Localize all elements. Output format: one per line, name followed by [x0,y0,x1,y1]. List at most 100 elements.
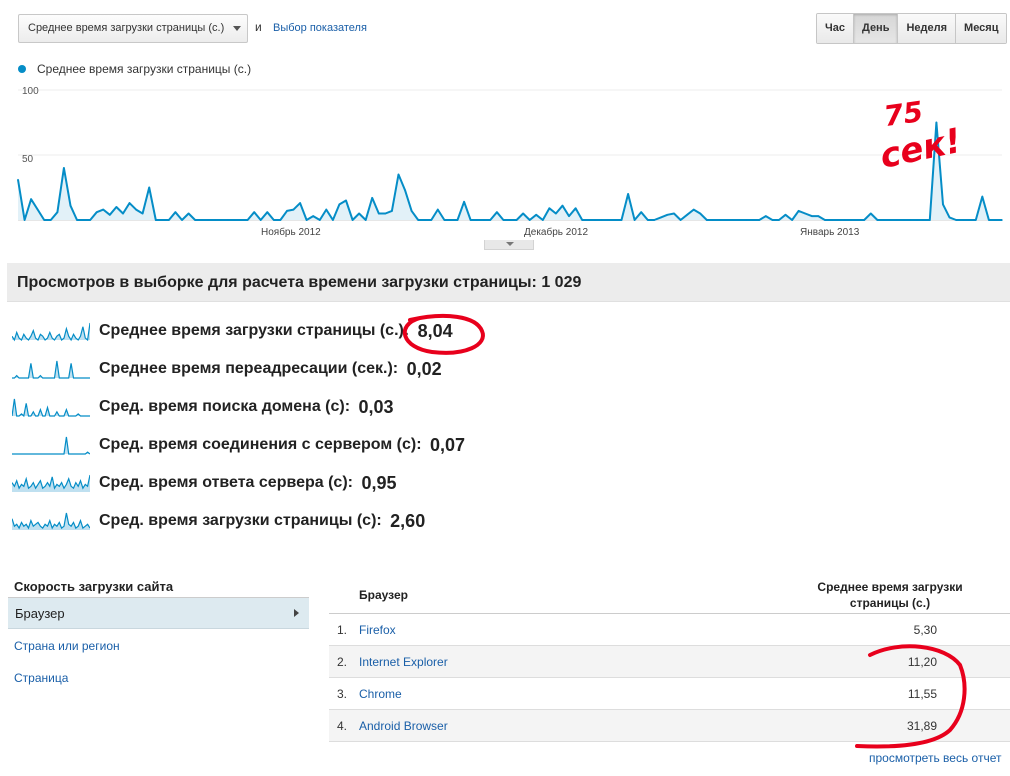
data-point [30,198,32,200]
metric-select-label: Среднее время загрузки страницы (с.) [28,22,225,34]
chevron-right-icon [294,609,299,617]
data-point [561,204,564,207]
period-month-button[interactable]: Месяц [956,14,1007,43]
sparkline[interactable] [12,320,90,342]
metric-label: Среднее время переадресации (сек.): [99,360,403,377]
data-point [148,186,150,189]
view-full-report-link[interactable]: просмотреть весь отчет [869,751,1001,765]
data-point [43,219,46,221]
data-point [437,208,439,211]
views-sample-header: Просмотров в выборке для расчета времени… [7,263,1010,302]
data-point [279,219,282,221]
data-point [955,219,957,221]
browser-link[interactable]: Chrome [359,678,402,710]
sparkline[interactable] [12,358,90,380]
data-point [732,219,734,221]
data-point [896,219,898,221]
data-point [863,219,866,221]
data-point [95,211,98,213]
metric-value: 0,07 [429,434,466,455]
data-point [633,219,636,221]
data-point [942,203,944,206]
row-index: 3. [337,687,348,701]
metric-label: Сред. время соединения с сервером (с): [99,436,426,453]
data-point [778,219,780,221]
sparkline[interactable] [12,396,90,418]
data-point [745,219,747,221]
browser-link[interactable]: Internet Explorer [359,646,448,678]
data-point [194,219,196,221]
nav-item-country[interactable]: Страна или регион [14,639,120,653]
metric-value: 0,95 [361,472,397,493]
data-point [430,219,433,221]
data-point [856,219,859,221]
data-point [273,219,275,221]
data-point [850,219,852,221]
metric-row: Среднее время загрузки страницы (с.): 8,… [12,316,453,346]
sparkline[interactable] [12,472,90,494]
series-dot-icon [18,65,26,73]
series-line [17,121,1002,221]
chart-collapse-handle[interactable] [484,240,534,250]
data-point [627,193,629,195]
data-point [915,219,918,221]
data-point [482,219,485,221]
data-point [63,167,65,169]
period-week-button[interactable]: Неделя [898,14,957,43]
data-point [17,178,19,181]
table-row: 1. Firefox 5,30 [329,614,1010,646]
table-header: Браузер Среднее время загрузки страницы … [329,573,1010,614]
data-point [528,219,531,221]
data-point [568,215,570,217]
browser-link[interactable]: Android Browser [359,710,448,742]
sparkline-line [12,436,90,455]
nav-item-page[interactable]: Страница [14,671,68,685]
data-point [883,219,885,221]
data-point [837,219,839,221]
nav-item-browser[interactable]: Браузер [8,598,309,629]
sparkline-line [12,512,90,530]
data-point [601,219,603,221]
legend-label: Среднее время загрузки страницы (с.) [37,62,252,76]
x-tick-label: Ноябрь 2012 [261,227,321,238]
data-point [876,219,879,221]
data-point [115,206,118,208]
choose-metric-link[interactable]: Выбор показателя [273,22,367,34]
data-point [870,212,872,215]
data-point [889,219,892,221]
row-value: 31,89 [906,719,937,733]
data-point [515,219,518,221]
data-point [555,212,557,215]
period-hour-button[interactable]: Час [817,14,854,43]
sparkline[interactable] [12,510,90,532]
data-point [122,212,124,215]
data-point [751,219,754,221]
data-point [804,212,806,215]
data-point [259,219,262,221]
data-point [364,219,367,221]
metric-select[interactable]: Среднее время загрузки страницы (с.) [18,14,248,43]
triangle-down-icon [506,242,514,246]
and-label: и [255,20,262,34]
data-point [1001,219,1003,221]
data-point [824,219,826,221]
column-header-browser[interactable]: Браузер [359,588,408,602]
data-point [102,208,105,211]
data-point [843,219,846,221]
sparkline[interactable] [12,434,90,456]
data-point [266,211,269,213]
column-header-metric[interactable]: Среднее время загрузки страницы (с.) [810,579,970,611]
data-point [725,219,728,221]
browser-link[interactable]: Firefox [359,614,396,646]
data-point [384,212,387,215]
data-point [450,219,452,221]
data-point [371,197,374,199]
data-point [974,219,977,221]
row-index: 2. [337,655,348,669]
metric-row: Сред. время загрузки страницы (с): 2,60 [12,506,425,536]
period-day-button[interactable]: День [853,14,899,43]
data-point [187,212,190,215]
data-point [476,219,479,221]
metric-label: Сред. время ответа сервера (с): [99,474,358,491]
data-point [712,219,715,221]
